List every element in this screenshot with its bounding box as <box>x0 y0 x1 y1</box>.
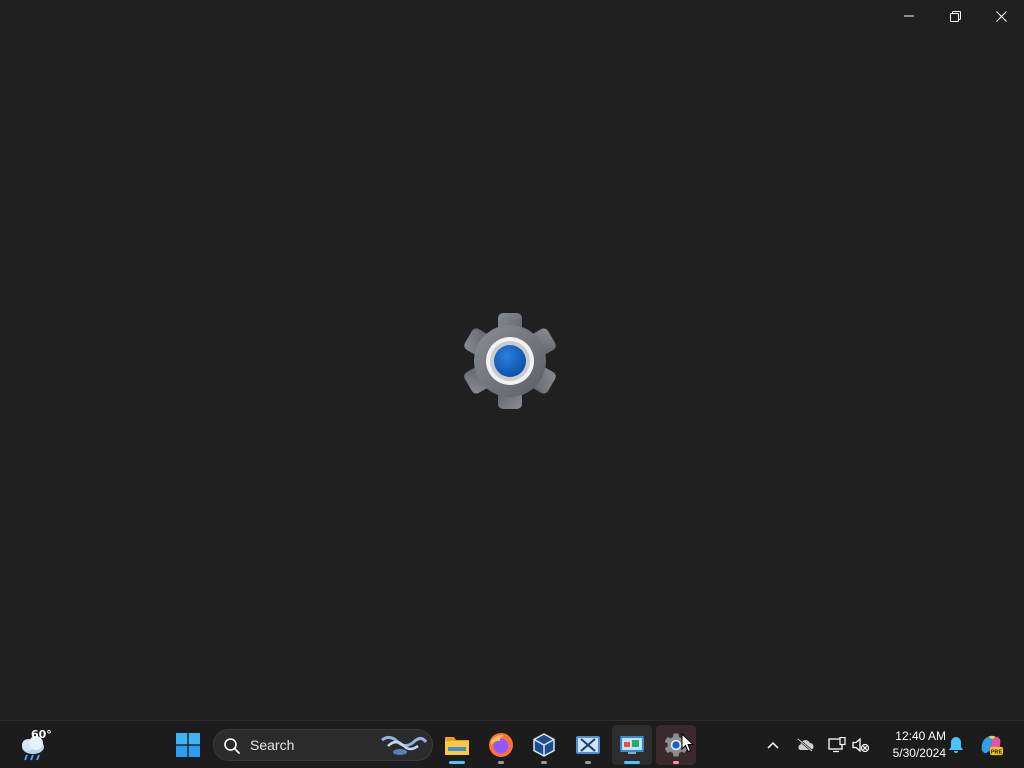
close-icon <box>995 10 1007 22</box>
settings-gear-icon <box>460 311 560 411</box>
settings-window <box>0 0 1024 720</box>
clock-date: 5/30/2024 <box>892 746 946 760</box>
taskbar-app-file-explorer[interactable] <box>437 725 477 765</box>
minimize-icon <box>904 15 914 17</box>
copilot-badge: PRE <box>991 749 1003 755</box>
windows-logo-icon <box>176 733 200 757</box>
bell-icon <box>949 737 963 753</box>
search-icon <box>223 737 241 755</box>
running-indicator <box>585 761 591 764</box>
running-indicator <box>498 761 504 764</box>
taskbar-app-virtualbox[interactable] <box>524 725 564 765</box>
folder-icon <box>445 737 469 755</box>
onedrive-tray-button[interactable] <box>793 733 817 757</box>
chevron-up-icon <box>767 741 779 749</box>
virtualbox-icon <box>533 733 555 757</box>
start-button[interactable] <box>168 725 208 765</box>
search-box[interactable]: Search <box>213 729 433 761</box>
network-icon <box>828 737 846 753</box>
mouse-cursor-icon <box>681 732 695 753</box>
weather-temperature: 60° <box>31 728 52 741</box>
running-indicator <box>449 761 465 764</box>
show-hidden-icons-button[interactable] <box>761 733 785 757</box>
cloud-off-icon <box>797 738 814 752</box>
search-highlight-icon <box>378 732 428 758</box>
minimize-button[interactable] <box>886 0 932 32</box>
notifications-button[interactable] <box>944 733 968 757</box>
taskbar-app-firefox[interactable] <box>481 725 521 765</box>
taskbar-app-control-panel[interactable] <box>612 725 652 765</box>
restore-icon <box>949 10 961 22</box>
taskbar: 60° Search 12:40 AM 5/30/2024 PRE <box>0 720 1024 768</box>
copilot-button[interactable]: PRE <box>979 733 1003 757</box>
scissors-icon <box>576 736 600 754</box>
running-indicator <box>624 761 640 764</box>
network-tray-button[interactable] <box>825 733 849 757</box>
search-label: Search <box>250 737 295 753</box>
clock-time: 12:40 AM <box>895 729 946 743</box>
system-clock[interactable]: 12:40 AM 5/30/2024 <box>880 728 946 762</box>
copilot-icon: PRE <box>981 735 1003 755</box>
caption-buttons <box>886 0 1024 32</box>
volume-tray-button[interactable] <box>849 733 873 757</box>
running-indicator <box>673 761 679 764</box>
firefox-icon <box>489 733 513 757</box>
taskbar-app-snipping-tool[interactable] <box>568 725 608 765</box>
control-panel-icon <box>620 736 644 754</box>
volume-muted-icon <box>852 737 870 753</box>
running-indicator <box>541 761 547 764</box>
restore-button[interactable] <box>932 0 978 32</box>
close-button[interactable] <box>978 0 1024 32</box>
